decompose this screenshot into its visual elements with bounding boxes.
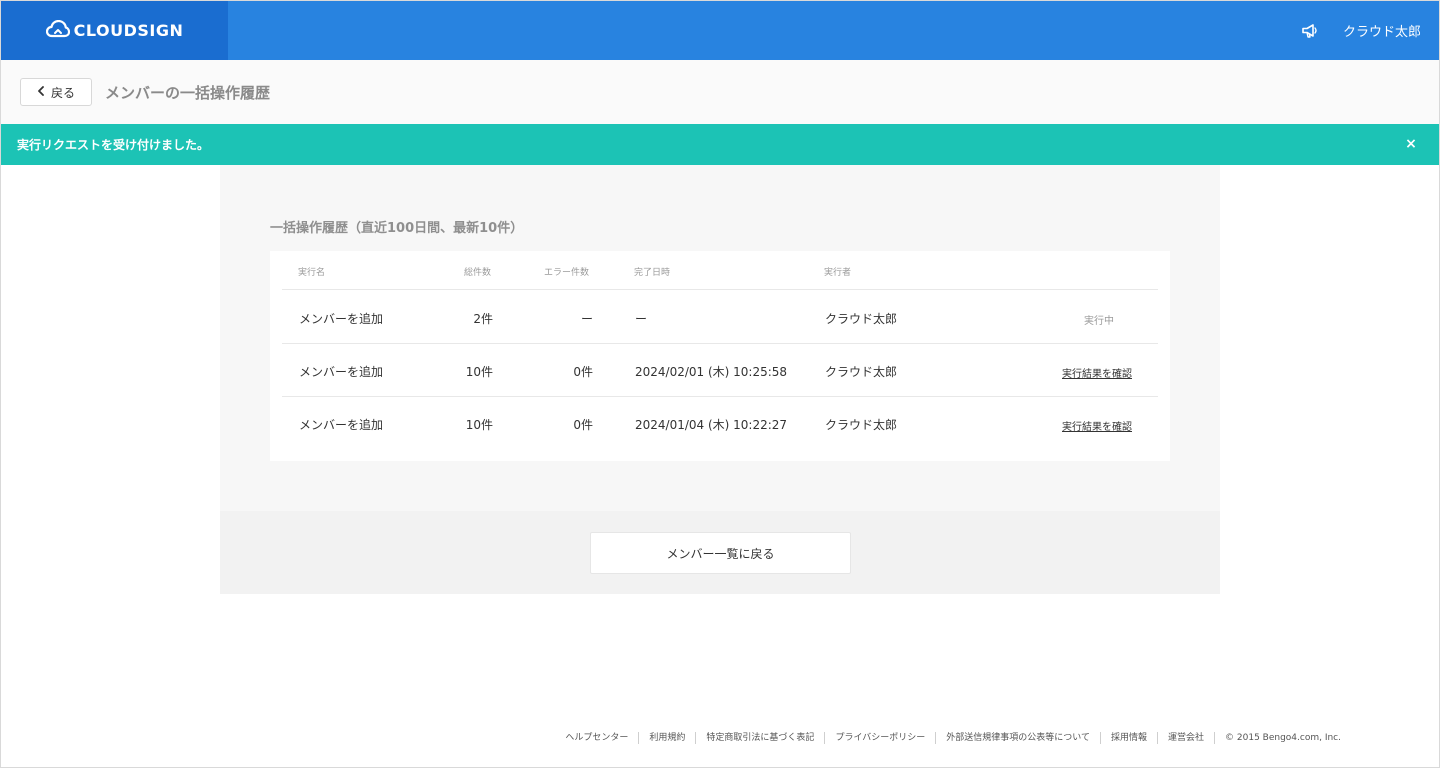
- column-header-total: 総件数: [464, 268, 492, 278]
- row-total: 10件: [465, 365, 493, 379]
- copyright: © 2015 Bengo4.com, Inc.: [1225, 733, 1341, 743]
- row-name: メンバーを追加: [299, 418, 384, 432]
- row-executor: クラウド太郎: [825, 418, 898, 432]
- success-toast: 実行リクエストを受け付けました。 ×: [1, 124, 1439, 165]
- cloud-logo-icon: [45, 19, 70, 42]
- page-title: メンバーの一括操作履歴: [105, 83, 271, 102]
- footer-link-external-transmission[interactable]: 外部送信規律事項の公表等について: [936, 732, 1101, 744]
- row-executor: クラウド太郎: [825, 365, 898, 379]
- row-completed-at: ー: [635, 312, 648, 326]
- row-errors: 0件: [573, 365, 593, 379]
- view-result-link[interactable]: 実行結果を確認: [1062, 365, 1132, 380]
- footer-link-commerce-law[interactable]: 特定商取引法に基づく表記: [696, 732, 826, 744]
- column-header-executor: 実行者: [824, 268, 852, 278]
- history-panel: 一括操作履歴（直近100日間、最新10件） 実行名 総件数 エラー件数 完了日時…: [220, 165, 1220, 511]
- back-button[interactable]: 戻る: [20, 78, 92, 106]
- row-errors: 0件: [573, 418, 593, 432]
- site-footer: ヘルプセンター 利用規約 特定商取引法に基づく表記 プライバシーポリシー 外部送…: [565, 732, 1341, 744]
- footer-link-help[interactable]: ヘルプセンター: [565, 732, 640, 744]
- table-header: 実行名 総件数 エラー件数 完了日時 実行者: [282, 251, 1158, 290]
- column-header-name: 実行名: [298, 268, 326, 278]
- section-title: 一括操作履歴（直近100日間、最新10件）: [270, 221, 524, 236]
- row-total: 10件: [465, 418, 493, 432]
- row-name: メンバーを追加: [299, 312, 384, 326]
- action-area: メンバー一覧に戻る: [220, 511, 1220, 594]
- view-result-link[interactable]: 実行結果を確認: [1062, 418, 1132, 433]
- header-actions: クラウド太郎: [1301, 1, 1421, 60]
- row-completed-at: 2024/01/04 (木) 10:22:27: [635, 418, 788, 432]
- top-navigation-bar: CLOUDSIGN クラウド太郎: [1, 1, 1439, 60]
- chevron-left-icon: [37, 85, 45, 99]
- column-header-completed: 完了日時: [634, 268, 671, 278]
- history-table: 実行名 総件数 エラー件数 完了日時 実行者 メンバーを追加 2件 ー ー クラ…: [270, 251, 1170, 461]
- row-name: メンバーを追加: [299, 365, 384, 379]
- logo[interactable]: CLOUDSIGN: [45, 19, 184, 42]
- footer-link-company[interactable]: 運営会社: [1158, 732, 1216, 744]
- row-status: 実行中: [1084, 316, 1114, 327]
- close-icon[interactable]: ×: [1403, 136, 1419, 152]
- footer-link-terms[interactable]: 利用規約: [639, 732, 697, 744]
- row-executor: クラウド太郎: [825, 312, 898, 326]
- logo-area[interactable]: CLOUDSIGN: [1, 1, 228, 60]
- table-row: メンバーを追加 10件 0件 2024/01/04 (木) 10:22:27 ク…: [282, 397, 1158, 450]
- footer-link-privacy[interactable]: プライバシーポリシー: [825, 732, 937, 744]
- footer-link-careers[interactable]: 採用情報: [1101, 732, 1159, 744]
- logo-text: CLOUDSIGN: [73, 21, 184, 40]
- row-errors: ー: [580, 312, 593, 326]
- row-completed-at: 2024/02/01 (木) 10:25:58: [635, 365, 788, 379]
- back-button-label: 戻る: [50, 85, 75, 100]
- row-total: 2件: [473, 312, 493, 326]
- table-row: メンバーを追加 10件 0件 2024/02/01 (木) 10:25:58 ク…: [282, 344, 1158, 397]
- back-to-member-list-button[interactable]: メンバー一覧に戻る: [590, 532, 851, 574]
- table-row: メンバーを追加 2件 ー ー クラウド太郎 実行中: [282, 291, 1158, 344]
- user-menu[interactable]: クラウド太郎: [1343, 21, 1421, 40]
- page-header: 戻る メンバーの一括操作履歴: [1, 60, 1439, 124]
- column-header-errors: エラー件数: [544, 268, 590, 278]
- megaphone-icon[interactable]: [1301, 23, 1319, 39]
- toast-message: 実行リクエストを受け付けました。: [17, 138, 210, 152]
